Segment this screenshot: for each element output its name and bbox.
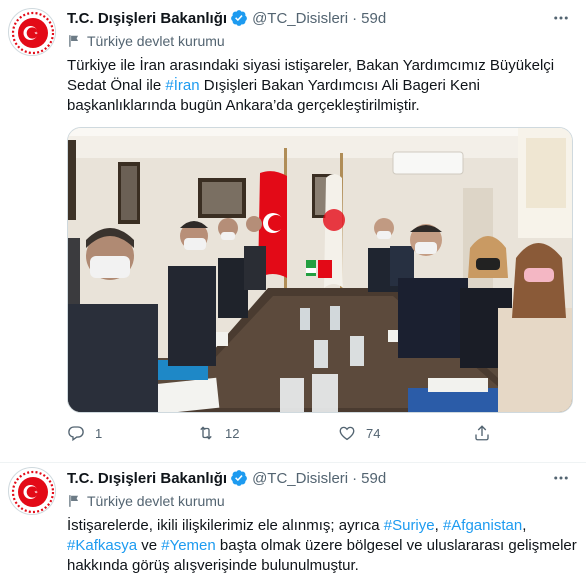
government-flag-icon (69, 495, 79, 507)
ministry-logo-icon[interactable] (8, 8, 56, 56)
reply-icon (68, 426, 84, 442)
account-label-text: Türkiye devlet kurumu (87, 493, 225, 509)
tweet[interactable]: T.C. Dışişleri Bakanlığı @TC_Disisleri ·… (0, 463, 586, 576)
text-part: İstişarelerde, ikili ilişkilerimiz ele a… (67, 517, 384, 534)
meeting-room-image (68, 128, 572, 412)
reply-count: 1 (95, 425, 103, 441)
retweet-icon (200, 426, 212, 440)
tweet-actions: 1 12 74 (67, 424, 507, 446)
tweet-header: T.C. Dışişleri Bakanlığı @TC_Disisleri ·… (67, 469, 386, 487)
share-icon (475, 425, 489, 441)
account-label: Türkiye devlet kurumu (67, 33, 225, 49)
tweet-timestamp[interactable]: 59d (361, 10, 386, 27)
tweet-header: T.C. Dışişleri Bakanlığı @TC_Disisleri ·… (67, 9, 386, 27)
tweet-text: Türkiye ile İran arasındaki siyasi istiş… (67, 56, 579, 116)
tweet-text: İstişarelerde, ikili ilişkilerimiz ele a… (67, 516, 579, 576)
text-part: , (434, 517, 443, 534)
author-handle[interactable]: @TC_Disisleri (252, 10, 348, 27)
tweet-timestamp[interactable]: 59d (361, 470, 386, 487)
verified-badge-icon (231, 10, 247, 26)
reply-button[interactable]: 1 (67, 424, 102, 442)
retweet-count: 12 (225, 425, 240, 441)
separator: · (352, 469, 358, 487)
account-label: Türkiye devlet kurumu (67, 493, 225, 509)
text-part: ve (137, 537, 162, 554)
more-icon[interactable] (550, 8, 572, 28)
hashtag-link[interactable]: #Suriye (384, 517, 435, 534)
hashtag-link[interactable]: #İran (165, 77, 199, 94)
government-flag-icon (69, 35, 79, 47)
tweet-photo[interactable] (67, 127, 573, 413)
account-label-text: Türkiye devlet kurumu (87, 33, 225, 49)
tweet[interactable]: T.C. Dışişleri Bakanlığı @TC_Disisleri ·… (0, 0, 586, 462)
verified-badge-icon (231, 470, 247, 486)
author-handle[interactable]: @TC_Disisleri (252, 470, 348, 487)
share-button[interactable] (473, 424, 501, 442)
like-count: 74 (366, 425, 381, 441)
author-name[interactable]: T.C. Dışişleri Bakanlığı (67, 10, 227, 27)
hashtag-link[interactable]: #Afganistan (443, 517, 522, 534)
ministry-logo-icon[interactable] (8, 467, 56, 515)
hashtag-link[interactable]: #Kafkasya (67, 537, 137, 554)
separator: · (352, 9, 358, 27)
author-name[interactable]: T.C. Dışişleri Bakanlığı (67, 470, 227, 487)
more-icon[interactable] (550, 468, 572, 488)
hashtag-link[interactable]: #Yemen (161, 537, 216, 554)
text-part: , (522, 517, 527, 534)
like-icon (339, 426, 355, 441)
like-button[interactable]: 74 (338, 424, 380, 442)
retweet-button[interactable]: 12 (197, 424, 239, 442)
